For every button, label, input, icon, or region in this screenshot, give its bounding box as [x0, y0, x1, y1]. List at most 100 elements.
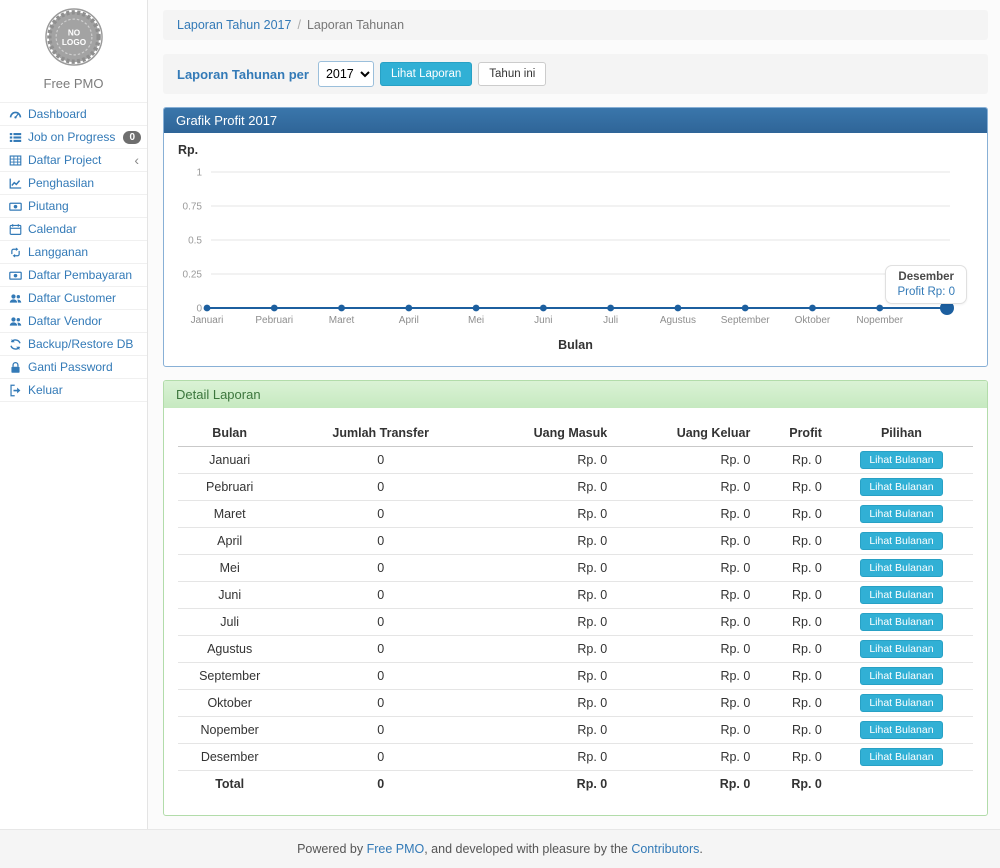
detail-panel: Detail Laporan Bulan Jumlah Transfer Uan…: [163, 380, 988, 816]
sidebar-item-langganan[interactable]: Langganan: [0, 241, 147, 264]
breadcrumb: Laporan Tahun 2017 / Laporan Tahunan: [163, 10, 988, 40]
cell-keluar: Rp. 0: [615, 609, 758, 636]
lihat-laporan-button[interactable]: Lihat Laporan: [380, 62, 472, 86]
lihat-bulanan-button[interactable]: Lihat Bulanan: [860, 694, 942, 712]
sidebar-item-label: Job on Progress: [28, 130, 115, 144]
cell-transfer: 0: [281, 690, 480, 717]
sidebar-item-daftar-project[interactable]: Daftar Project ‹: [0, 149, 147, 172]
year-select[interactable]: 2017: [318, 61, 374, 87]
svg-text:September: September: [721, 315, 771, 326]
breadcrumb-separator: /: [297, 18, 300, 32]
cell-masuk: Rp. 0: [480, 501, 615, 528]
table-row: Juli 0 Rp. 0 Rp. 0 Rp. 0 Lihat Bulanan: [178, 609, 973, 636]
cell-masuk: Rp. 0: [480, 717, 615, 744]
cell-masuk: Rp. 0: [480, 663, 615, 690]
lihat-bulanan-button[interactable]: Lihat Bulanan: [860, 640, 942, 658]
lihat-bulanan-button[interactable]: Lihat Bulanan: [860, 559, 942, 577]
svg-text:Maret: Maret: [329, 315, 355, 326]
cell-masuk: Rp. 0: [480, 744, 615, 771]
cell-transfer: 0: [281, 744, 480, 771]
sidebar-item-label: Daftar Customer: [28, 291, 116, 305]
footer-contributors-link[interactable]: Contributors: [631, 842, 699, 856]
total-masuk: Rp. 0: [480, 771, 615, 798]
cell-month: Agustus: [178, 636, 281, 663]
cell-month: Januari: [178, 447, 281, 474]
sidebar-item-daftar-vendor[interactable]: Daftar Vendor: [0, 310, 147, 333]
cell-masuk: Rp. 0: [480, 690, 615, 717]
lihat-bulanan-button[interactable]: Lihat Bulanan: [860, 451, 942, 469]
detail-table-header-row: Bulan Jumlah Transfer Uang Masuk Uang Ke…: [178, 420, 973, 447]
cell-transfer: 0: [281, 474, 480, 501]
cell-masuk: Rp. 0: [480, 609, 615, 636]
app: NO LOGO Free PMO Dashboard Job on Progre…: [0, 0, 1000, 829]
lihat-bulanan-button[interactable]: Lihat Bulanan: [860, 505, 942, 523]
cell-profit: Rp. 0: [758, 555, 830, 582]
cell-profit: Rp. 0: [758, 690, 830, 717]
refresh-icon: [8, 338, 22, 351]
detail-panel-body: Bulan Jumlah Transfer Uang Masuk Uang Ke…: [164, 408, 987, 815]
svg-text:Juli: Juli: [603, 315, 618, 326]
sidebar-item-piutang[interactable]: Piutang: [0, 195, 147, 218]
cell-month: April: [178, 528, 281, 555]
sidebar-item-dashboard[interactable]: Dashboard: [0, 103, 147, 126]
cell-month: Desember: [178, 744, 281, 771]
svg-text:Januari: Januari: [191, 315, 224, 326]
money-icon: [8, 269, 22, 282]
brand-link[interactable]: NO LOGO Free PMO: [0, 0, 147, 93]
lihat-bulanan-button[interactable]: Lihat Bulanan: [860, 721, 942, 739]
lihat-bulanan-button[interactable]: Lihat Bulanan: [860, 532, 942, 550]
sidebar-item-daftar-pembayaran[interactable]: Daftar Pembayaran: [0, 264, 147, 287]
sidebar-item-keluar[interactable]: Keluar: [0, 379, 147, 402]
svg-text:0.25: 0.25: [183, 270, 203, 281]
progress-count-badge: 0: [123, 131, 141, 144]
breadcrumb-link[interactable]: Laporan Tahun 2017: [177, 18, 291, 32]
cell-keluar: Rp. 0: [615, 582, 758, 609]
lihat-bulanan-button[interactable]: Lihat Bulanan: [860, 478, 942, 496]
money-icon: [8, 200, 22, 213]
svg-text:1: 1: [196, 168, 202, 179]
sidebar-item-label: Daftar Pembayaran: [28, 268, 132, 282]
chart-tooltip: Desember Profit Rp: 0: [885, 265, 967, 304]
line-chart-icon: [8, 177, 22, 190]
lihat-bulanan-button[interactable]: Lihat Bulanan: [860, 613, 942, 631]
cell-transfer: 0: [281, 609, 480, 636]
cell-profit: Rp. 0: [758, 744, 830, 771]
sidebar-item-calendar[interactable]: Calendar: [0, 218, 147, 241]
sidebar-item-penghasilan[interactable]: Penghasilan: [0, 172, 147, 195]
tahun-ini-button[interactable]: Tahun ini: [478, 62, 546, 86]
total-transfer: 0: [281, 771, 480, 798]
detail-table: Bulan Jumlah Transfer Uang Masuk Uang Ke…: [178, 420, 973, 797]
footer-free-pmo-link[interactable]: Free PMO: [367, 842, 425, 856]
breadcrumb-current: Laporan Tahunan: [307, 18, 404, 32]
sidebar-item-daftar-customer[interactable]: Daftar Customer: [0, 287, 147, 310]
col-header-pilihan: Pilihan: [830, 420, 973, 447]
lihat-bulanan-button[interactable]: Lihat Bulanan: [860, 667, 942, 685]
cell-keluar: Rp. 0: [615, 474, 758, 501]
cell-profit: Rp. 0: [758, 447, 830, 474]
table-row: Pebruari 0 Rp. 0 Rp. 0 Rp. 0 Lihat Bulan…: [178, 474, 973, 501]
chart-panel-title: Grafik Profit 2017: [164, 108, 987, 133]
sidebar-item-ganti-password[interactable]: Ganti Password: [0, 356, 147, 379]
chart-tooltip-value: Profit Rp: 0: [897, 286, 955, 298]
cell-month: September: [178, 663, 281, 690]
lihat-bulanan-button[interactable]: Lihat Bulanan: [860, 748, 942, 766]
detail-panel-title: Detail Laporan: [164, 381, 987, 408]
cell-profit: Rp. 0: [758, 663, 830, 690]
cell-transfer: 0: [281, 717, 480, 744]
logo-line1: NO: [67, 29, 80, 38]
sidebar-item-backup-restore-db[interactable]: Backup/Restore DB: [0, 333, 147, 356]
sidebar-item-label: Ganti Password: [28, 360, 113, 374]
brand-name: Free PMO: [0, 76, 147, 91]
table-icon: [8, 154, 22, 167]
svg-text:April: April: [399, 315, 419, 326]
sidebar-item-label: Backup/Restore DB: [28, 337, 133, 351]
svg-text:Oktober: Oktober: [795, 315, 831, 326]
svg-text:Nopember: Nopember: [856, 315, 903, 326]
table-row: April 0 Rp. 0 Rp. 0 Rp. 0 Lihat Bulanan: [178, 528, 973, 555]
total-keluar: Rp. 0: [615, 771, 758, 798]
lihat-bulanan-button[interactable]: Lihat Bulanan: [860, 586, 942, 604]
sidebar-item-job-on-progress[interactable]: Job on Progress 0: [0, 126, 147, 149]
cell-transfer: 0: [281, 555, 480, 582]
report-toolbar: Laporan Tahunan per 2017 Lihat Laporan T…: [163, 54, 988, 94]
table-row: Oktober 0 Rp. 0 Rp. 0 Rp. 0 Lihat Bulana…: [178, 690, 973, 717]
